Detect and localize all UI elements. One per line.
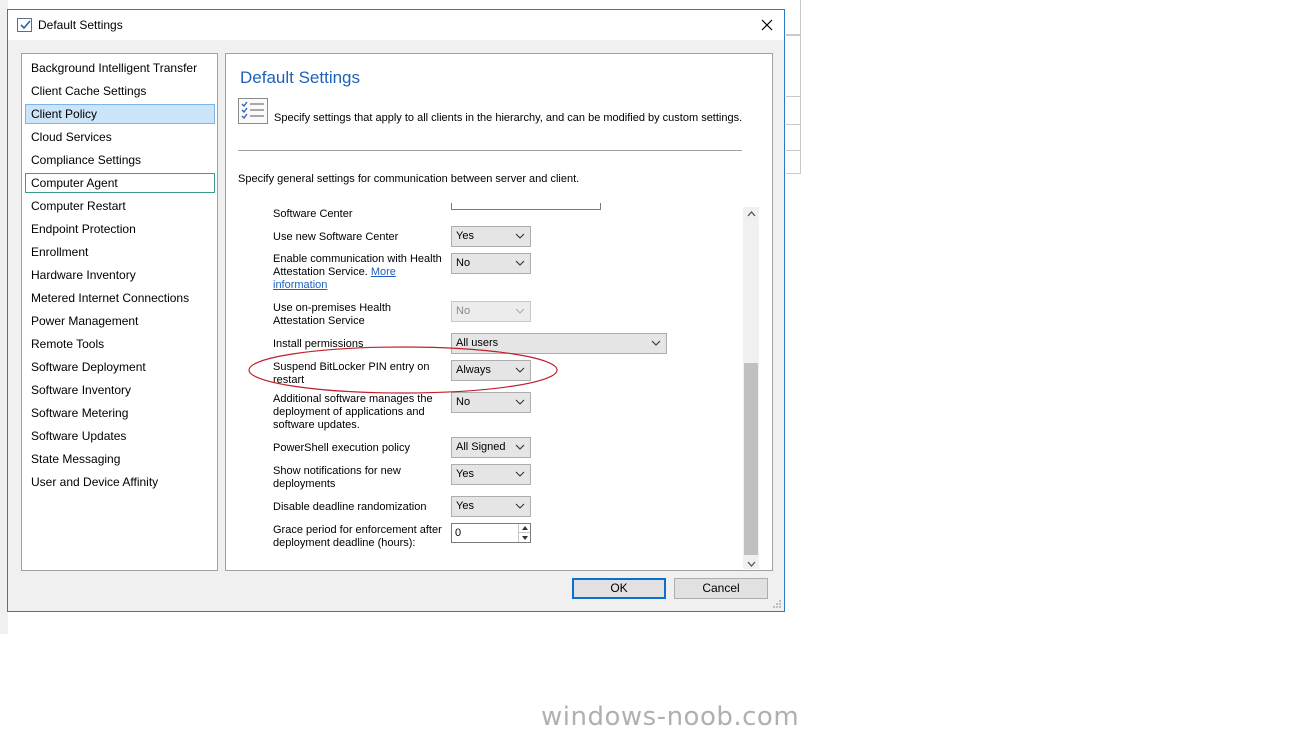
install-permissions-dropdown[interactable]: All users xyxy=(451,333,667,354)
title-bar: Default Settings xyxy=(8,10,784,40)
chevron-down-icon xyxy=(651,340,661,346)
nav-item-client-cache-settings[interactable]: Client Cache Settings xyxy=(25,81,215,101)
settings-check-icon xyxy=(17,18,32,32)
nav-item-software-inventory[interactable]: Software Inventory xyxy=(25,380,215,400)
watermark: windows-noob.com xyxy=(541,702,800,732)
settings-scroll-area: Software Center Use new Software Center … xyxy=(238,203,756,563)
nav-item-hardware-inventory[interactable]: Hardware Inventory xyxy=(25,265,215,285)
on-prem-health-attestation-value: No xyxy=(456,305,471,317)
background-divider xyxy=(786,34,800,36)
checklist-icon xyxy=(238,98,268,124)
health-attestation-value: No xyxy=(456,257,471,269)
powershell-policy-value: All Signed xyxy=(456,441,506,453)
additional-software-dropdown[interactable]: No xyxy=(451,392,531,413)
health-attestation-dropdown[interactable]: No xyxy=(451,253,531,274)
resize-grip-icon[interactable] xyxy=(772,599,782,609)
scroll-down-icon[interactable] xyxy=(747,561,756,567)
nav-item-software-updates[interactable]: Software Updates xyxy=(25,426,215,446)
scrollbar-thumb[interactable] xyxy=(744,363,758,555)
settings-content-panel: Default Settings Specify settings that a… xyxy=(225,53,773,571)
settings-category-list: Background Intelligent Transfer Client C… xyxy=(21,53,218,571)
background-divider xyxy=(786,96,800,97)
chevron-down-icon xyxy=(515,471,525,477)
use-new-software-center-value: Yes xyxy=(456,230,474,242)
health-attestation-label: Enable communication with Health Attesta… xyxy=(273,253,445,292)
window-title: Default Settings xyxy=(38,18,123,32)
nav-item-cloud-services[interactable]: Cloud Services xyxy=(25,127,215,147)
chevron-down-icon xyxy=(515,444,525,450)
chevron-down-icon xyxy=(515,399,525,405)
nav-item-software-metering[interactable]: Software Metering xyxy=(25,403,215,423)
nav-item-enrollment[interactable]: Enrollment xyxy=(25,242,215,262)
powershell-policy-dropdown[interactable]: All Signed xyxy=(451,437,531,458)
chevron-down-icon xyxy=(515,308,525,314)
install-permissions-value: All users xyxy=(456,337,499,349)
deadline-randomization-value: Yes xyxy=(456,500,474,512)
additional-software-label: Additional software manages the deployme… xyxy=(273,393,433,431)
nav-item-background-intelligent-transfer[interactable]: Background Intelligent Transfer xyxy=(25,58,215,78)
nav-item-metered-internet-connections[interactable]: Metered Internet Connections xyxy=(25,288,215,308)
chevron-down-icon xyxy=(515,260,525,266)
show-notifications-label: Show notifications for new deployments xyxy=(273,465,401,490)
close-icon xyxy=(761,19,773,31)
nav-item-computer-agent[interactable]: Computer Agent xyxy=(25,173,215,193)
background-divider xyxy=(786,173,800,174)
ok-button[interactable]: OK xyxy=(572,578,666,599)
nav-item-user-and-device-affinity[interactable]: User and Device Affinity xyxy=(25,472,215,492)
on-prem-health-attestation-label: Use on-premises Health Attestation Servi… xyxy=(273,302,391,327)
cancel-button[interactable]: Cancel xyxy=(674,578,768,599)
nav-item-power-management[interactable]: Power Management xyxy=(25,311,215,331)
grace-period-stepper[interactable]: 0 xyxy=(451,523,531,543)
section-description: Specify general settings for communicati… xyxy=(238,173,580,185)
stepper-up-button[interactable] xyxy=(519,524,530,533)
chevron-down-icon xyxy=(515,367,525,373)
on-prem-health-attestation-dropdown: No xyxy=(451,301,531,322)
nav-item-software-deployment[interactable]: Software Deployment xyxy=(25,357,215,377)
grace-period-label: Grace period for enforcement after deplo… xyxy=(273,524,442,549)
chevron-down-icon xyxy=(515,233,525,239)
suspend-bitlocker-value: Always xyxy=(456,364,491,376)
additional-software-value: No xyxy=(456,396,471,408)
stepper-buttons xyxy=(518,524,530,542)
install-permissions-label: Install permissions xyxy=(273,338,364,350)
use-new-software-center-dropdown[interactable]: Yes xyxy=(451,226,531,247)
page-title: Default Settings xyxy=(240,68,361,87)
chevron-down-icon xyxy=(515,503,525,509)
stepper-down-button[interactable] xyxy=(519,533,530,542)
show-notifications-dropdown[interactable]: Yes xyxy=(451,464,531,485)
health-attestation-text: Enable communication with Health Attesta… xyxy=(273,253,442,278)
nav-item-computer-restart[interactable]: Computer Restart xyxy=(25,196,215,216)
deadline-randomization-dropdown[interactable]: Yes xyxy=(451,496,531,517)
background-divider xyxy=(786,124,800,125)
software-center-label: Software Center xyxy=(273,208,353,220)
nav-item-remote-tools[interactable]: Remote Tools xyxy=(25,334,215,354)
arrow-down-icon xyxy=(521,535,528,540)
default-settings-dialog: Default Settings Background Intelligent … xyxy=(7,9,785,612)
scroll-up-icon[interactable] xyxy=(747,211,756,217)
close-button[interactable] xyxy=(750,10,784,40)
software-center-company-name-field[interactable] xyxy=(451,203,601,210)
nav-item-compliance-settings[interactable]: Compliance Settings xyxy=(25,150,215,170)
powershell-policy-label: PowerShell execution policy xyxy=(273,442,410,454)
header-divider xyxy=(238,150,742,151)
settings-scrollbar[interactable] xyxy=(743,207,759,569)
use-new-software-center-label: Use new Software Center xyxy=(273,231,399,243)
deadline-randomization-label: Disable deadline randomization xyxy=(273,501,427,513)
page-description: Specify settings that apply to all clien… xyxy=(274,112,743,124)
background-divider xyxy=(786,150,800,151)
nav-item-endpoint-protection[interactable]: Endpoint Protection xyxy=(25,219,215,239)
nav-item-client-policy[interactable]: Client Policy xyxy=(25,104,215,124)
background-divider xyxy=(800,0,801,174)
show-notifications-value: Yes xyxy=(456,468,474,480)
grace-period-value: 0 xyxy=(455,527,462,539)
suspend-bitlocker-dropdown[interactable]: Always xyxy=(451,360,531,381)
arrow-up-icon xyxy=(521,526,528,530)
nav-item-state-messaging[interactable]: State Messaging xyxy=(25,449,215,469)
suspend-bitlocker-label: Suspend BitLocker PIN entry on restart xyxy=(273,361,430,386)
